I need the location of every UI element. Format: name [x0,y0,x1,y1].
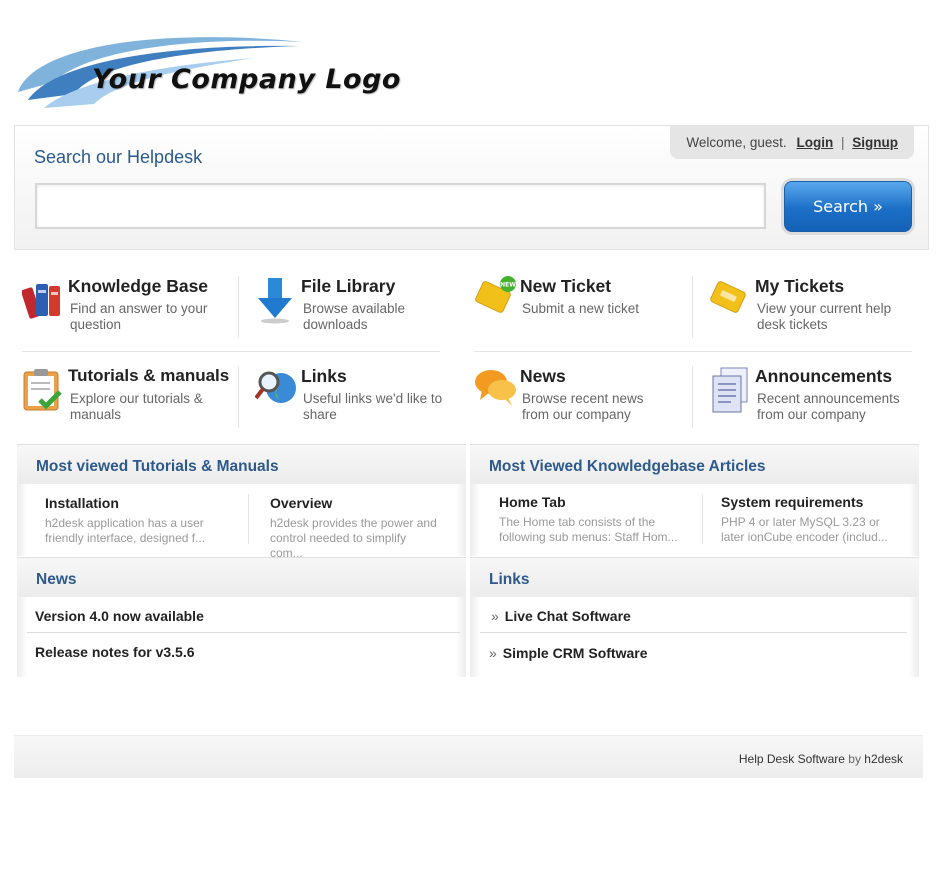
link-label[interactable]: Simple CRM Software [503,645,648,661]
article-excerpt: h2desk provides the power and control ne… [270,516,437,560]
article-title[interactable]: Overview [270,495,470,511]
divider [27,632,460,633]
feature-my-tickets[interactable]: My Tickets View your current help desk t… [709,276,919,351]
panel-body: Home Tab The Home tab consists of the fo… [470,484,919,556]
documents-icon [712,367,748,413]
speech-bubbles-icon [475,370,516,406]
article-excerpt: PHP 4 or later MySQL 3.23 or later ionCu… [721,515,888,544]
footer-by: by [848,752,861,766]
feature-desc: Explore our tutorials & manuals [70,391,203,422]
feature-new-ticket[interactable]: NEW New Ticket Submit a new ticket [474,276,684,351]
feature-desc: View your current help desk tickets [757,301,892,332]
ticket-icon [710,281,746,313]
feature-desc: Find an answer to your question [70,301,208,332]
logo-text: Your Company Logo [92,64,401,95]
feature-tutorials[interactable]: Tutorials & manuals Explore our tutorial… [22,366,237,441]
panel-body: Version 4.0 now available Release notes … [17,597,466,677]
signup-link[interactable]: Signup [852,135,898,150]
feature-desc: Browse recent news from our company [522,391,644,422]
panel-body: Installation h2desk application has a us… [17,484,466,560]
panel-header: Most Viewed Knowledgebase Articles [470,444,919,484]
article-title[interactable]: Home Tab [499,494,699,510]
kb-panel: Most Viewed Knowledgebase Articles Home … [470,444,919,556]
raquo-icon: » [491,608,499,624]
panel-body: » Live Chat Software » Simple CRM Software [470,597,919,677]
article-excerpt: The Home tab consists of the following s… [499,515,678,544]
company-logo[interactable]: Your Company Logo [14,22,454,122]
feature-title: My Tickets [755,276,845,296]
welcome-text: Welcome, guest. [686,135,787,150]
divider [238,276,239,338]
panel-header: News [17,557,466,597]
feature-desc: Browse available downloads [303,301,406,332]
tutorials-panel: Most viewed Tutorials & Manuals Installa… [17,444,466,560]
panel-header: Most viewed Tutorials & Manuals [17,444,466,484]
download-arrow-icon [258,278,292,324]
login-link[interactable]: Login [796,135,833,150]
clipboard-check-icon [23,369,62,411]
divider [238,366,239,428]
feature-title: New Ticket [520,276,612,296]
article-title[interactable]: Installation [45,495,245,511]
news-item[interactable]: Release notes for v3.5.6 [35,644,195,660]
divider [692,366,693,428]
divider [22,351,440,352]
news-panel: News Version 4.0 now available Release n… [17,557,466,677]
footer-brand-link[interactable]: h2desk [864,752,903,766]
feature-announcements[interactable]: Announcements Recent announcements from … [709,366,919,441]
search-button[interactable]: Search » [784,181,912,232]
panel-title[interactable]: Links [489,571,529,589]
article-excerpt: h2desk application has a user friendly i… [45,516,206,545]
feature-links[interactable]: Links Useful links we'd like to share [255,366,455,441]
books-icon [22,284,60,319]
feature-title: Knowledge Base [68,276,209,296]
list-item[interactable]: System requirements PHP 4 or later MySQL… [721,494,921,545]
feature-desc: Recent announcements from our company [757,391,900,422]
list-item[interactable]: Installation h2desk application has a us… [45,495,245,546]
panel-header: Links [470,557,919,597]
links-panel: Links » Live Chat Software » Simple CRM So… [470,557,919,677]
divider [474,351,912,352]
feature-title: File Library [301,276,396,296]
feature-title: News [520,366,566,386]
search-panel: Search our Helpdesk Welcome, guest. Logi… [14,125,929,250]
link-item[interactable]: » Live Chat Software [491,608,631,624]
footer-credit: Help Desk Software by h2desk [739,752,903,766]
globe-magnifier-icon [255,371,296,403]
feature-knowledge-base[interactable]: Knowledge Base Find an answer to your qu… [22,276,232,351]
footer: Help Desk Software by h2desk [14,735,923,778]
feature-title: Announcements [755,366,893,386]
search-input[interactable] [35,183,766,229]
link-separator: | [840,135,845,150]
feature-title: Tutorials & manuals [68,366,230,385]
feature-news[interactable]: News Browse recent news from our company [474,366,684,441]
divider [480,632,907,633]
panel-title[interactable]: News [36,571,77,589]
article-title[interactable]: System requirements [721,494,921,510]
search-title: Search our Helpdesk [34,147,203,167]
news-item[interactable]: Version 4.0 now available [35,608,204,624]
divider [692,276,693,338]
feature-desc: Useful links we'd like to share [303,391,443,422]
panel-title[interactable]: Most Viewed Knowledgebase Articles [489,458,766,476]
list-item[interactable]: Overview h2desk provides the power and c… [270,495,470,561]
divider [702,494,703,544]
list-item[interactable]: Home Tab The Home tab consists of the fo… [499,494,699,545]
feature-file-library[interactable]: File Library Browse available downloads [255,276,455,351]
welcome-box: Welcome, guest. Login | Signup [670,126,914,159]
feature-desc: Submit a new ticket [522,301,640,316]
raquo-icon: » [489,645,497,661]
panel-title[interactable]: Most viewed Tutorials & Manuals [36,458,279,476]
new-ticket-icon: NEW [475,276,516,313]
new-badge: NEW [500,282,516,289]
link-label[interactable]: Live Chat Software [505,608,631,624]
divider [248,494,249,544]
link-item[interactable]: » Simple CRM Software [489,645,648,661]
footer-product-link[interactable]: Help Desk Software [739,752,845,766]
feature-title: Links [301,366,347,386]
